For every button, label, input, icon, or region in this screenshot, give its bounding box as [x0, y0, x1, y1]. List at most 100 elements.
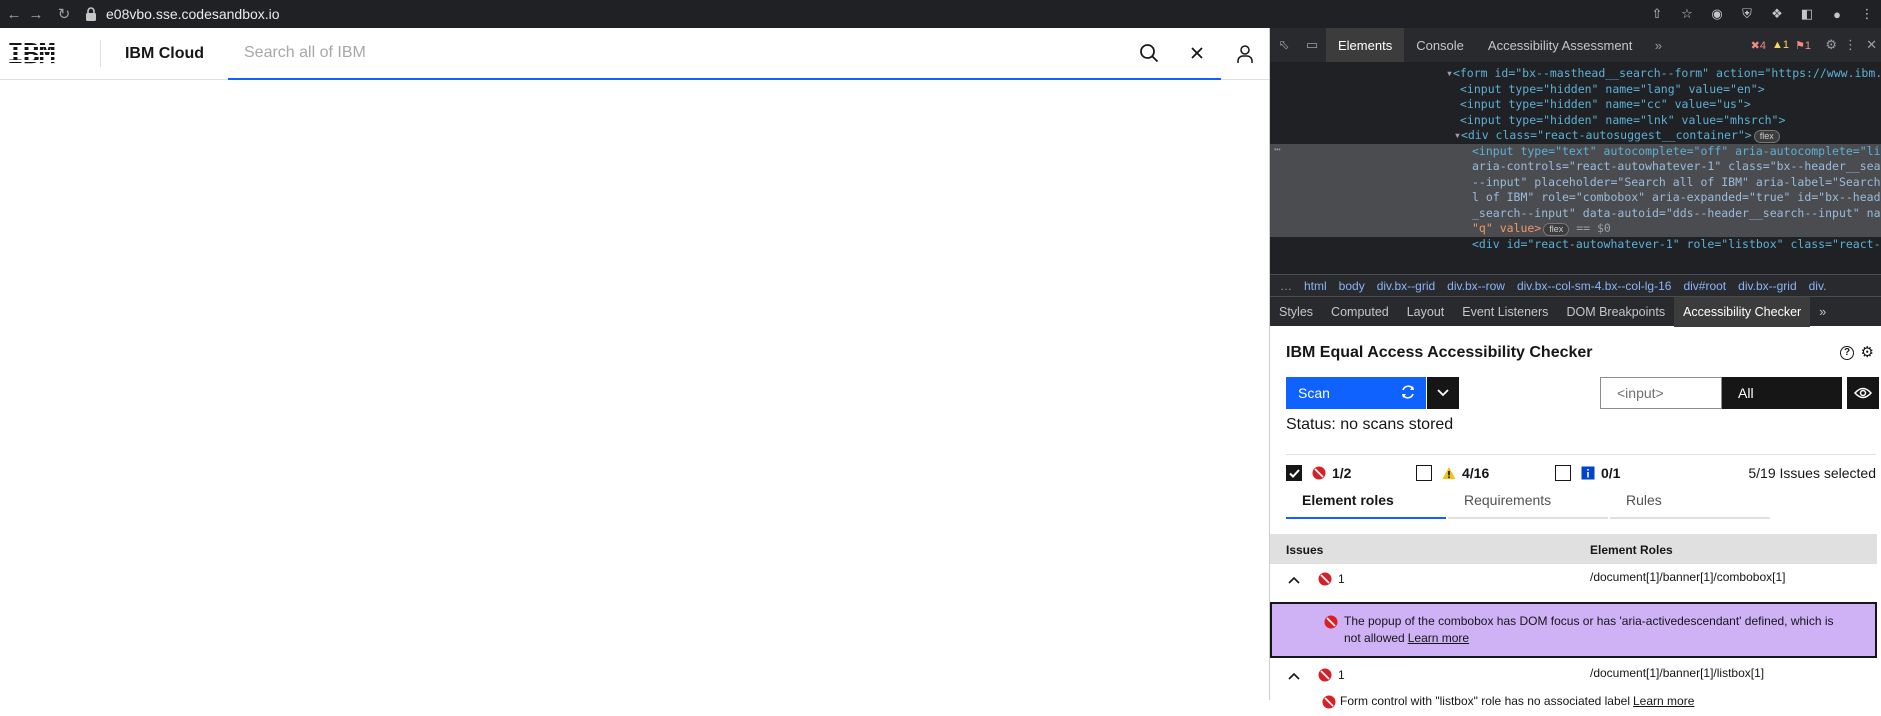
url-text: e08vbo.sse.codesandbox.io — [106, 6, 280, 22]
chevron-down-icon — [1437, 389, 1449, 397]
breadcrumb-item[interactable]: div.bx--row — [1447, 279, 1505, 293]
violation-icon — [1318, 668, 1332, 682]
dom-node-form[interactable]: ▾<form id="bx--masthead__search--form" a… — [1270, 66, 1881, 82]
violation-icon — [1318, 572, 1332, 586]
help-icon[interactable]: ? — [1840, 346, 1854, 360]
learn-more-link[interactable]: Learn more — [1408, 631, 1469, 645]
chevron-up-icon[interactable] — [1286, 572, 1302, 588]
table-row[interactable]: 1 /document[1]/banner[1]/listbox[1] — [1270, 660, 1877, 692]
close-devtools-icon[interactable]: ✕ — [1866, 37, 1877, 53]
group-count: 1 — [1318, 572, 1345, 586]
breadcrumb-item[interactable]: html — [1304, 279, 1327, 293]
tab-requirements[interactable]: Requirements — [1448, 483, 1608, 519]
violation-icon — [1322, 695, 1336, 709]
issue-item-selected[interactable]: The popup of the combobox has DOM focus … — [1270, 602, 1877, 658]
element-role-path: /document[1]/banner[1]/listbox[1] — [1590, 666, 1765, 680]
ibm-logo[interactable]: IBM — [0, 28, 100, 79]
issue-badges[interactable]: ✖4 ▲1 ⚑1 — [1751, 39, 1811, 52]
tab-layout[interactable]: Layout — [1398, 297, 1454, 327]
tab-event-listeners[interactable]: Event Listeners — [1453, 297, 1557, 327]
device-toggle-icon[interactable]: ▭ — [1298, 37, 1326, 53]
tab-computed[interactable]: Computed — [1322, 297, 1398, 327]
refresh-icon — [1402, 385, 1414, 399]
breadcrumb-item[interactable]: div.bx--grid — [1738, 279, 1796, 293]
warning-count-badge: ▲1 — [1771, 38, 1789, 51]
sidebar-pane-tabs: Styles Computed Layout Event Listeners D… — [1270, 296, 1881, 327]
column-element-roles: Element Roles — [1590, 543, 1673, 557]
dom-node-selected-input[interactable]: <input type="text" autocomplete="off" ar… — [1270, 143, 1881, 159]
settings-icon[interactable]: ⚙ — [1825, 37, 1837, 53]
tab-rules[interactable]: Rules — [1610, 483, 1770, 519]
accessibility-checker: IBM Equal Access Accessibility Checker ?… — [1270, 332, 1881, 709]
star-icon[interactable]: ☆ — [1679, 6, 1695, 22]
kebab-menu-icon[interactable]: ⋮ — [1844, 37, 1857, 53]
breadcrumb-overflow[interactable]: … — [1280, 279, 1292, 293]
checker-title: IBM Equal Access Accessibility Checker — [1286, 344, 1593, 361]
dom-node-input-cc[interactable]: <input type="hidden" name="cc" value="us… — [1270, 97, 1881, 113]
checkbox[interactable] — [1555, 465, 1571, 481]
table-row[interactable]: 1 /document[1]/banner[1]/combobox[1] — [1270, 564, 1877, 596]
tab-console[interactable]: Console — [1404, 28, 1476, 62]
user-icon[interactable] — [1221, 28, 1269, 80]
search-icon[interactable] — [1125, 29, 1173, 77]
tab-accessibility-assessment[interactable]: Accessibility Assessment — [1476, 28, 1645, 62]
tab-element-roles[interactable]: Element roles — [1286, 483, 1446, 519]
dom-node-selected-line-3: --input" placeholder="Search all of IBM"… — [1270, 174, 1881, 190]
extension-shield-icon[interactable]: ⛨ — [1739, 6, 1755, 22]
needs-review-filter[interactable]: 4/16 — [1416, 465, 1489, 481]
tab-accessibility-checker[interactable]: Accessibility Checker — [1674, 296, 1811, 327]
web-page: IBM IBM Cloud — [0, 28, 1269, 700]
puzzle-icon[interactable]: ❖ — [1769, 6, 1785, 22]
focus-view-button[interactable] — [1847, 377, 1879, 409]
element-role-path: /document[1]/banner[1]/combobox[1] — [1590, 570, 1786, 584]
breadcrumb-item[interactable]: body — [1339, 279, 1365, 293]
info-icon — [1581, 466, 1595, 480]
chevron-up-icon[interactable] — [1286, 668, 1302, 684]
dom-node-selected-line-6: "q" value> flex == $0 — [1270, 221, 1881, 237]
dom-node-input-lang[interactable]: <input type="hidden" name="lang" value="… — [1270, 82, 1881, 98]
recommendations-count: 0/1 — [1601, 465, 1621, 481]
tab-elements[interactable]: Elements — [1326, 28, 1405, 62]
devtools-toolbar: ⬁ ▭ Elements Console Accessibility Asses… — [1270, 28, 1881, 62]
breadcrumb-item[interactable]: div.bx--col-sm-4.bx--col-lg-16 — [1517, 279, 1671, 293]
sidebar-icon[interactable]: ◧ — [1799, 6, 1815, 22]
elements-dom-tree[interactable]: ▾<form id="bx--masthead__search--form" a… — [1270, 62, 1881, 274]
needs-review-count: 4/16 — [1462, 465, 1490, 481]
dom-node-input-lnk[interactable]: <input type="hidden" name="lnk" value="m… — [1270, 113, 1881, 129]
checkbox[interactable] — [1416, 465, 1432, 481]
checkbox-checked[interactable] — [1286, 465, 1302, 481]
breadcrumb-item[interactable]: div.bx--grid — [1377, 279, 1435, 293]
breadcrumb-item[interactable]: div#root — [1683, 279, 1726, 293]
profile-icon[interactable]: ● — [1829, 7, 1845, 22]
dom-node-selected-line-5: _search--input" data-autoid="dds--header… — [1270, 205, 1881, 221]
close-icon[interactable] — [1173, 29, 1221, 77]
dom-node-listbox[interactable]: <div id="react-autowhatever-1" role="lis… — [1270, 237, 1881, 253]
eye-icon — [1854, 387, 1872, 399]
learn-more-link[interactable]: Learn more — [1633, 694, 1694, 708]
tab-dom-breakpoints[interactable]: DOM Breakpoints — [1557, 297, 1674, 327]
search-input[interactable] — [228, 28, 1125, 78]
tab-styles[interactable]: Styles — [1270, 297, 1322, 327]
violations-filter[interactable]: 1/2 — [1286, 465, 1351, 481]
platform-name[interactable]: IBM Cloud — [101, 28, 228, 79]
element-filter-input[interactable]: <input> — [1600, 377, 1722, 409]
reload-icon[interactable]: ↻ — [50, 0, 78, 28]
menu-icon[interactable]: ⋮ — [1859, 6, 1875, 22]
breadcrumb-item[interactable]: div. — [1809, 279, 1827, 293]
recommendations-filter[interactable]: 0/1 — [1555, 465, 1620, 481]
masthead: IBM IBM Cloud — [0, 28, 1269, 80]
issue-item[interactable]: Form control with "listbox" role has no … — [1270, 692, 1877, 716]
settings-icon[interactable]: ⚙ — [1861, 343, 1874, 361]
forward-icon[interactable]: → — [22, 0, 50, 28]
extension-ibm-icon[interactable]: ◉ — [1709, 6, 1725, 22]
more-tabs-icon[interactable]: » — [1644, 38, 1672, 53]
table-header: Issues Element Roles — [1270, 534, 1877, 564]
filter-select[interactable]: All — [1722, 377, 1842, 409]
share-icon[interactable]: ⇧ — [1649, 6, 1665, 22]
dom-node-autosuggest[interactable]: ▾<div class="react-autosuggest__containe… — [1270, 128, 1881, 144]
inspect-icon[interactable]: ⬁ — [1270, 37, 1298, 53]
more-tabs-icon[interactable]: » — [1810, 297, 1835, 327]
scan-button[interactable]: Scan — [1286, 377, 1426, 409]
scan-options-dropdown[interactable] — [1427, 377, 1459, 409]
address-bar[interactable]: e08vbo.sse.codesandbox.io — [84, 6, 280, 22]
